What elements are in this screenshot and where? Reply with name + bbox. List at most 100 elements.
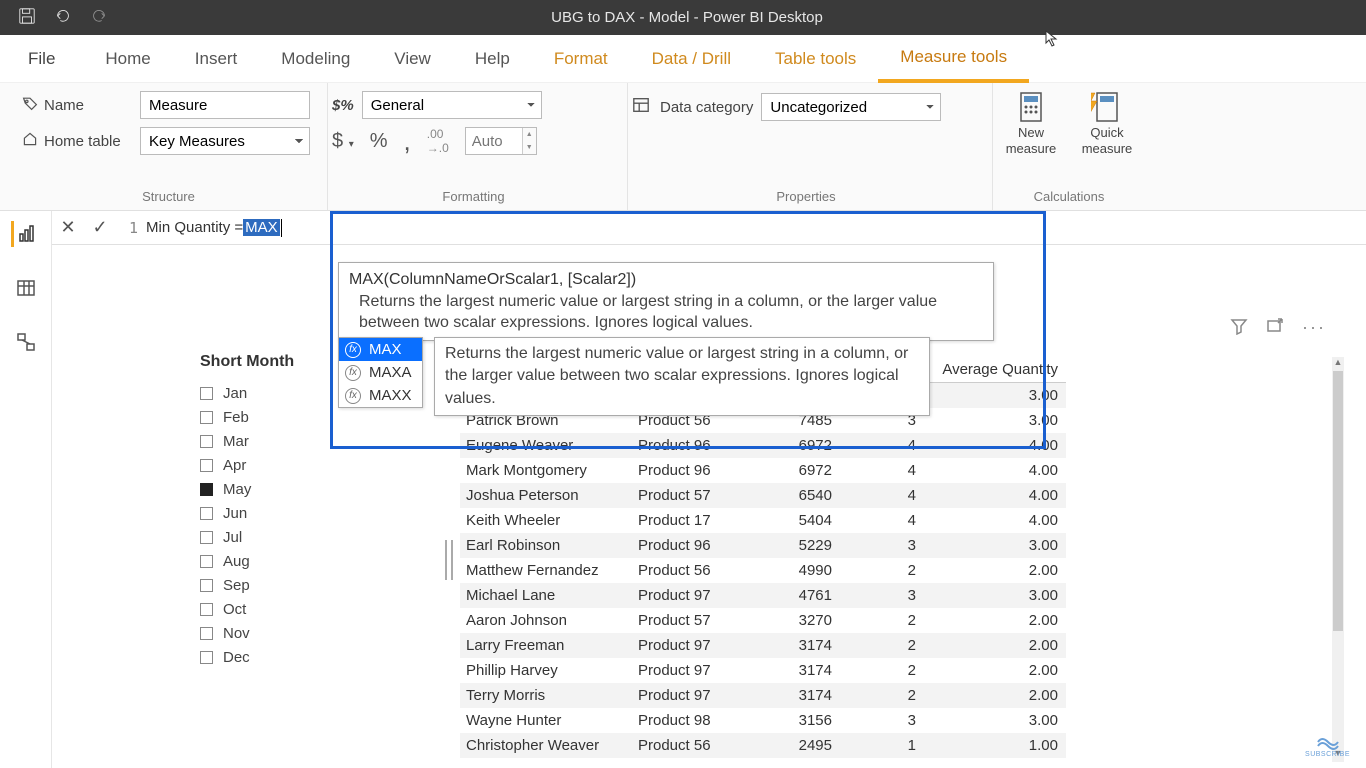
more-options-icon[interactable]: ··· — [1302, 317, 1326, 338]
table-row[interactable]: Larry FreemanProduct 97317422.00 — [460, 633, 1066, 658]
filter-icon[interactable] — [1230, 317, 1248, 338]
tab-data-drill[interactable]: Data / Drill — [630, 35, 753, 83]
checkbox-icon[interactable] — [200, 435, 213, 448]
function-icon: fx — [345, 388, 361, 404]
table-row[interactable]: Matthew FernandezProduct 56499022.00 — [460, 558, 1066, 583]
slicer-item[interactable]: Jul — [200, 525, 360, 549]
new-measure-button[interactable]: New measure — [997, 91, 1065, 156]
table-row[interactable]: Eugene WeaverProduct 96697244.00 — [460, 433, 1066, 458]
table-row[interactable]: Earl RobinsonProduct 96522933.00 — [460, 533, 1066, 558]
month-slicer[interactable]: Short Month JanFebMarAprMayJunJulAugSepO… — [200, 353, 360, 669]
suggestion-label: MAXA — [369, 364, 412, 381]
commit-formula-button[interactable]: ✓ — [84, 217, 116, 238]
slicer-item[interactable]: Mar — [200, 429, 360, 453]
slicer-item[interactable]: Apr — [200, 453, 360, 477]
cancel-formula-button[interactable]: ✕ — [52, 217, 84, 238]
suggestion-item[interactable]: fx MAXA — [339, 361, 422, 384]
measure-name-input[interactable] — [140, 91, 310, 119]
slicer-item[interactable]: Sep — [200, 573, 360, 597]
quick-calculator-icon — [1091, 91, 1123, 123]
tab-home[interactable]: Home — [83, 35, 172, 83]
signature-tooltip: MAX(ColumnNameOrScalar1, [Scalar2]) Retu… — [338, 262, 994, 341]
home-icon — [22, 131, 38, 151]
tab-help[interactable]: Help — [453, 35, 532, 83]
save-icon[interactable] — [18, 7, 36, 28]
function-icon: fx — [345, 365, 361, 381]
tab-measure-tools[interactable]: Measure tools — [878, 35, 1029, 83]
quick-measure-button[interactable]: Quick measure — [1073, 91, 1141, 156]
format-select[interactable]: General — [362, 91, 542, 119]
slicer-item-label: May — [223, 481, 251, 498]
slicer-item[interactable]: May — [200, 477, 360, 501]
tab-modeling[interactable]: Modeling — [259, 35, 372, 83]
decimals-button[interactable]: .00→.0 — [427, 127, 449, 155]
checkbox-icon[interactable] — [200, 603, 213, 616]
tab-file[interactable]: File — [0, 35, 83, 83]
slicer-item-label: Jan — [223, 385, 247, 402]
table-row[interactable]: Christopher WeaverProduct 56249511.00 — [460, 733, 1066, 758]
suggestion-list[interactable]: fxMAX fx MAXA fx MAXX — [338, 337, 423, 408]
tab-table-tools[interactable]: Table tools — [753, 35, 878, 83]
checkbox-icon[interactable] — [200, 531, 213, 544]
slicer-item-label: Nov — [223, 625, 250, 642]
checkbox-icon[interactable] — [200, 459, 213, 472]
report-view-button[interactable] — [11, 221, 37, 247]
percent-button[interactable]: % — [370, 130, 388, 153]
decimal-input[interactable] — [466, 128, 522, 154]
checkbox-icon[interactable] — [200, 507, 213, 520]
checkbox-icon[interactable] — [200, 411, 213, 424]
slicer-item[interactable]: Nov — [200, 621, 360, 645]
slicer-item[interactable]: Jun — [200, 501, 360, 525]
slicer-item[interactable]: Dec — [200, 645, 360, 669]
focus-mode-icon[interactable] — [1266, 317, 1284, 338]
tab-insert[interactable]: Insert — [173, 35, 260, 83]
table-row[interactable]: Michael LaneProduct 97476133.00 — [460, 583, 1066, 608]
view-switcher — [0, 211, 52, 768]
checkbox-icon[interactable] — [200, 483, 213, 496]
checkbox-icon[interactable] — [200, 627, 213, 640]
table-row[interactable]: Mark MontgomeryProduct 96697244.00 — [460, 458, 1066, 483]
slicer-item[interactable]: Oct — [200, 597, 360, 621]
ribbon: Name Home table Key Measures Structure $… — [0, 83, 1366, 211]
slicer-item[interactable]: Jan — [200, 381, 360, 405]
checkbox-icon[interactable] — [200, 387, 213, 400]
slicer-item[interactable]: Aug — [200, 549, 360, 573]
checkbox-icon[interactable] — [200, 579, 213, 592]
group-structure-label: Structure — [22, 189, 315, 208]
checkbox-icon[interactable] — [200, 651, 213, 664]
vertical-scrollbar[interactable]: ▲▼ — [1332, 357, 1344, 762]
suggestion-item[interactable]: fx MAXX — [339, 384, 422, 407]
table-row[interactable]: Phillip HarveyProduct 97317422.00 — [460, 658, 1066, 683]
table-row[interactable]: Terry MorrisProduct 97317422.00 — [460, 683, 1066, 708]
model-view-button[interactable] — [13, 329, 39, 355]
table-row[interactable]: Aaron JohnsonProduct 57327022.00 — [460, 608, 1066, 633]
suggestion-item[interactable]: fxMAX — [339, 338, 422, 361]
formula-bar[interactable]: ✕ ✓ 1 Min Quantity = MAX — [52, 211, 1366, 245]
slicer-item[interactable]: Feb — [200, 405, 360, 429]
cursor-icon — [1044, 29, 1058, 49]
suggestion-description: Returns the largest numeric value or lar… — [434, 337, 930, 416]
undo-icon[interactable] — [54, 7, 72, 28]
tab-view[interactable]: View — [372, 35, 453, 83]
checkbox-icon[interactable] — [200, 555, 213, 568]
slicer-item-label: Jun — [223, 505, 247, 522]
table-row[interactable]: Wayne HunterProduct 98315633.00 — [460, 708, 1066, 733]
resize-handle[interactable] — [445, 415, 453, 705]
group-formatting-label: Formatting — [332, 189, 615, 208]
slicer-item-label: Apr — [223, 457, 246, 474]
table-row[interactable]: Keith WheelerProduct 17540444.00 — [460, 508, 1066, 533]
home-table-label: Home table — [44, 133, 121, 150]
data-view-button[interactable] — [13, 275, 39, 301]
suggestion-label: MAXX — [369, 387, 412, 404]
currency-button[interactable]: $ ▾ — [332, 130, 354, 153]
slicer-item-label: Dec — [223, 649, 250, 666]
table-row[interactable]: Joshua PetersonProduct 57654044.00 — [460, 483, 1066, 508]
data-category-select[interactable]: Uncategorized — [761, 93, 941, 121]
calculator-icon — [1015, 91, 1047, 123]
redo-icon[interactable] — [90, 7, 108, 28]
home-table-select[interactable]: Key Measures — [140, 127, 310, 155]
data-table[interactable]: ity Average Quantity 33.00Patrick BrownP… — [460, 357, 1066, 758]
decimal-places-stepper[interactable]: ▲▼ — [465, 127, 537, 155]
category-icon — [632, 96, 650, 118]
tab-format[interactable]: Format — [532, 35, 630, 83]
